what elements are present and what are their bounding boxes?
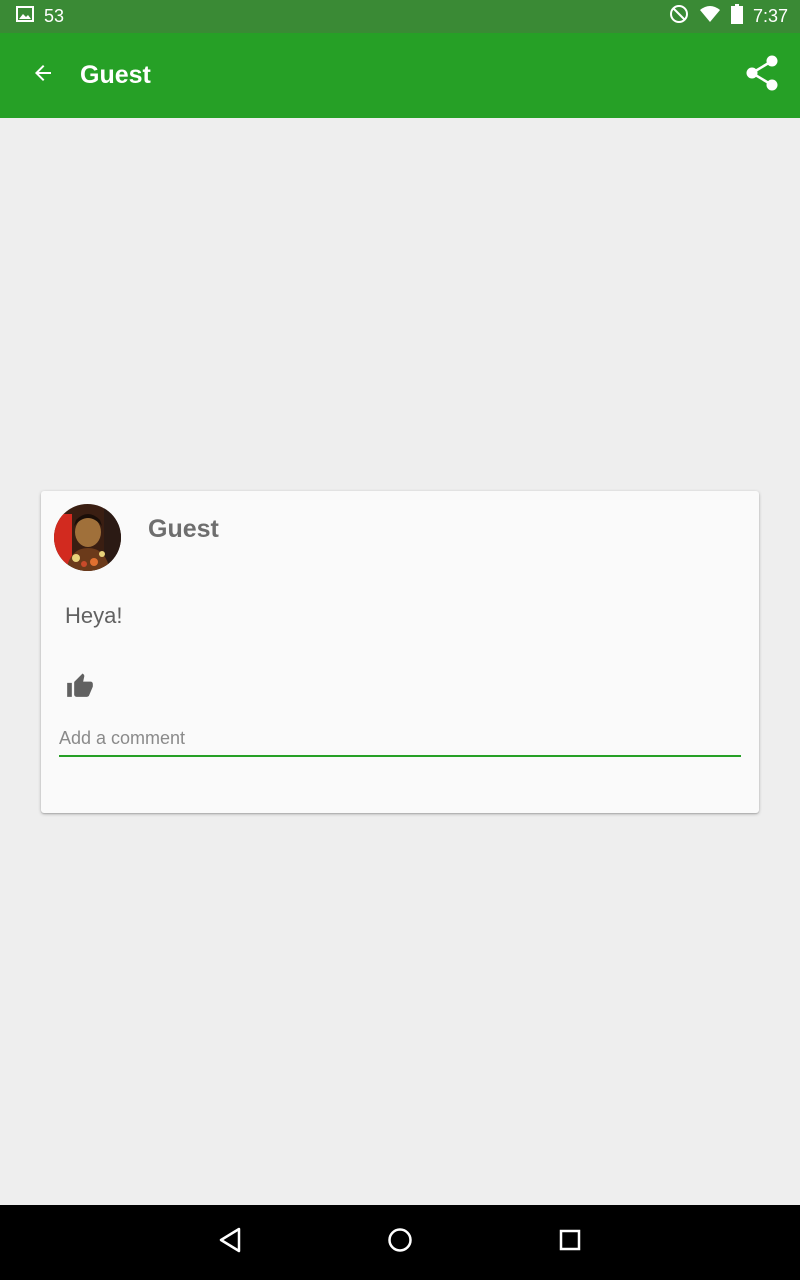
page-title: Guest [80,61,151,89]
thumb-up-icon [66,671,94,702]
avatar[interactable] [54,504,121,571]
status-left: 53 [16,6,64,27]
post-author: Guest [148,515,219,543]
notification-count: 53 [44,6,65,26]
do-not-disturb-icon [669,4,689,29]
system-nav-bar [0,1205,800,1280]
back-button[interactable] [21,54,65,98]
nav-back-button[interactable] [205,1218,255,1268]
content-area: Guest Heya! [0,118,800,1205]
battery-icon [730,4,743,29]
post-text: Heya! [65,603,123,628]
share-button[interactable] [740,53,784,97]
app-bar: Guest [0,33,800,118]
recents-square-icon [557,1227,583,1258]
status-right: 7:37 [669,4,788,29]
image-notification-icon [16,6,34,27]
comment-input[interactable] [59,723,741,757]
post-card: Guest Heya! [41,491,759,813]
like-button[interactable] [63,669,97,703]
share-icon [745,55,779,96]
clock: 7:37 [752,6,788,26]
back-triangle-icon [217,1226,243,1259]
home-circle-icon [386,1226,414,1259]
status-bar: 53 7:37 [0,0,800,33]
wifi-icon [699,5,721,28]
arrow-back-icon [31,61,55,90]
nav-recents-button[interactable] [545,1218,595,1268]
nav-home-button[interactable] [375,1218,425,1268]
